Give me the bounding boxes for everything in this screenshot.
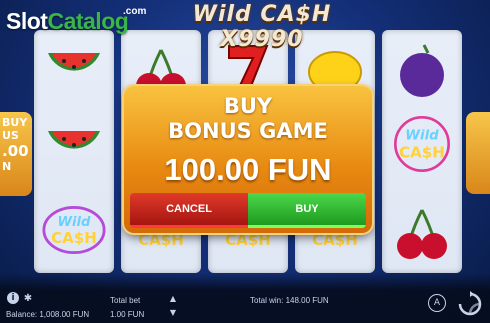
buy-bonus-dialog: BUY BONUS GAME 100.00 FUN CANCEL BUY	[124, 86, 372, 233]
gear-icon[interactable]: ✱	[23, 292, 33, 304]
game-title: Wild CA$H X9990	[192, 2, 332, 52]
slotcatalog-logo: SlotCatalog .com	[0, 0, 160, 40]
svg-text:Wild: Wild	[405, 129, 439, 144]
right-side-tab[interactable]	[466, 112, 490, 194]
reel-1: Wild CA$H	[34, 30, 114, 273]
bonus-price: 100.00 FUN	[164, 152, 332, 187]
svg-text:CA$H: CA$H	[399, 143, 445, 161]
bet-increase-icon[interactable]: ▲	[168, 294, 178, 303]
svg-text:Wild: Wild	[58, 215, 92, 230]
cancel-button-label: CANCEL	[166, 203, 212, 215]
reel-5: Wild CA$H	[382, 30, 462, 273]
autoplay-label: A	[433, 298, 441, 308]
svg-text:CA$H: CA$H	[225, 231, 271, 249]
balance-text: Balance: 1,008.00 FUN	[6, 310, 90, 319]
cherry-icon	[390, 202, 454, 266]
dialog-button-row: CANCEL BUY	[130, 193, 366, 228]
buy-button-label: BUY	[295, 203, 319, 215]
svg-text:CA$H: CA$H	[138, 231, 184, 249]
dialog-heading-line1: BUY	[223, 94, 273, 118]
side-panel-unit: N	[2, 160, 12, 173]
wild-cash-icon: WildCA$H	[42, 198, 106, 262]
buy-bonus-side-panel[interactable]: BUY US .00 N	[0, 112, 32, 196]
bottom-bar: i ✱ Balance: 1,008.00 FUN Total bet 1.00…	[0, 273, 490, 323]
cancel-button[interactable]: CANCEL	[130, 193, 248, 228]
total-bet-value: 1.00 FUN	[110, 310, 145, 319]
bet-decrease-icon[interactable]: ▼	[168, 308, 178, 317]
side-panel-line1: BUY	[2, 116, 28, 129]
wild-cash-icon: WildCA$H	[390, 112, 454, 176]
spin-button[interactable]	[456, 290, 484, 318]
plum-icon	[390, 38, 454, 102]
dialog-heading-line2: BONUS GAME	[168, 119, 328, 143]
spin-icon	[458, 291, 482, 316]
total-win-text: Total win: 148.00 FUN	[250, 296, 329, 305]
side-panel-line2: US	[2, 129, 19, 142]
logo-text-com: .com	[123, 6, 147, 17]
side-panel-value: .00	[2, 142, 29, 160]
buy-button[interactable]: BUY	[248, 193, 366, 228]
watermelon-icon	[42, 116, 106, 180]
autoplay-button[interactable]: A	[428, 294, 446, 312]
total-bet-label: Total bet	[110, 296, 141, 305]
logo-text-slot: Slot	[6, 8, 48, 34]
info-icon[interactable]: i	[7, 292, 19, 304]
svg-text:CA$H: CA$H	[312, 231, 358, 249]
svg-text:CA$H: CA$H	[51, 229, 97, 247]
watermelon-icon	[42, 38, 106, 102]
logo-text-catalog: Catalog	[47, 8, 129, 34]
